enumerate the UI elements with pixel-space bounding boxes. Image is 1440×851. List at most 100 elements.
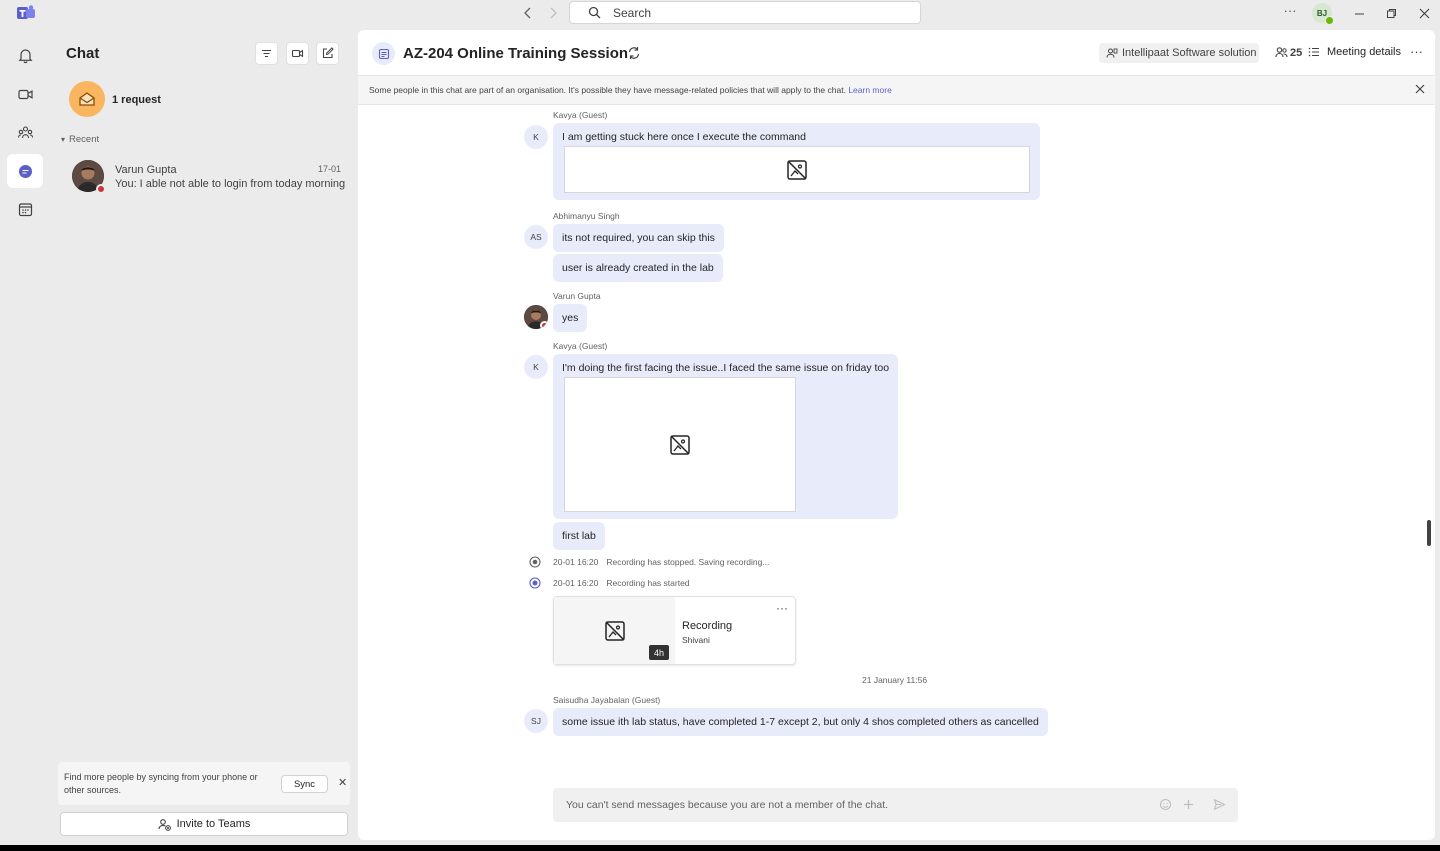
message-text: user is already created in the lab (562, 262, 714, 274)
avatar[interactable]: SJ (524, 709, 548, 733)
calendar-icon (18, 202, 32, 216)
rail-communities[interactable] (7, 115, 43, 149)
sync-button[interactable]: Sync (281, 775, 328, 793)
learn-more-link[interactable]: Learn more (848, 85, 891, 95)
recording-more-button[interactable]: ··· (776, 601, 788, 615)
composer-disabled-text: You can't send messages because you are … (566, 799, 889, 811)
plus-icon (1184, 800, 1193, 809)
avatar[interactable]: AS (524, 225, 548, 249)
recent-label: Recent (69, 134, 100, 145)
message-bubble[interactable]: some issue ith lab status, have complete… (553, 708, 1048, 736)
message-sender: Kavya (Guest) (553, 110, 608, 120)
close-icon[interactable]: ✕ (338, 776, 347, 789)
people-icon (1275, 47, 1288, 58)
message-sender: Varun Gupta (553, 291, 601, 301)
message-bubble[interactable]: yes (553, 304, 588, 332)
person-add-icon (158, 818, 171, 831)
conversation-title: AZ-204 Online Training Session (403, 45, 629, 62)
organization-pill[interactable]: Intellipaat Software solution (1099, 43, 1259, 63)
message-composer: You can't send messages because you are … (553, 788, 1238, 822)
minimize-button[interactable] (1348, 3, 1370, 23)
filter-button[interactable] (255, 42, 278, 65)
meet-now-button[interactable] (286, 42, 309, 65)
caret-down-icon: ▾ (61, 135, 66, 144)
chat-item-preview: You: I able not able to login from today… (115, 178, 346, 190)
message-request-label[interactable]: 1 request (112, 94, 161, 106)
rail-calendar[interactable] (7, 192, 43, 226)
event-time: 20-01 16:20 (553, 557, 599, 567)
meeting-details-label: Meeting details (1327, 46, 1401, 58)
scrollbar-thumb[interactable] (1427, 520, 1431, 546)
message-text: yes (562, 312, 579, 324)
avatar[interactable]: K (524, 125, 548, 149)
meeting-chat-icon (372, 42, 395, 65)
presence-available-icon (1325, 16, 1334, 25)
message-sender: Kavya (Guest) (553, 341, 608, 351)
chat-item-time: 17-01 (317, 164, 341, 174)
image-attachment[interactable] (564, 377, 796, 512)
message-bubble[interactable]: user is already created in the lab (553, 254, 723, 282)
participants-button[interactable]: 25 (1275, 46, 1302, 59)
avatar[interactable] (524, 305, 548, 329)
record-stop-icon (529, 556, 541, 568)
event-time: 20-01 16:20 (553, 578, 599, 588)
search-box[interactable] (569, 1, 921, 24)
invite-to-teams-button[interactable]: Invite to Teams (60, 812, 348, 836)
rail-meet[interactable] (7, 77, 43, 111)
avatar[interactable]: K (524, 355, 548, 379)
broken-image-icon (670, 434, 690, 455)
message-bubble[interactable]: its not required, you can skip this (553, 224, 724, 252)
send-icon (1213, 798, 1226, 811)
chat-bubble-icon (18, 164, 32, 178)
recent-section-header[interactable]: ▾ Recent (61, 134, 99, 145)
message-text: first lab (562, 530, 596, 542)
sync-text: Find more people by syncing from your ph… (64, 772, 258, 795)
chat-panel-title: Chat (66, 45, 100, 62)
recording-card[interactable]: 4h Recording Shivani ··· (553, 596, 796, 665)
broken-image-icon (787, 159, 807, 180)
people-org-icon (1106, 48, 1118, 58)
filter-icon (262, 49, 271, 58)
rail-chat[interactable] (7, 154, 43, 188)
recording-stopped-event: 20-01 16:20 Recording has stopped. Savin… (529, 556, 769, 568)
user-avatar[interactable]: BJ (1312, 3, 1334, 25)
close-window-button[interactable] (1413, 3, 1435, 23)
conversation-header: AZ-204 Online Training Session Intellipa… (358, 30, 1435, 76)
restore-button[interactable] (1380, 3, 1402, 23)
video-camera-icon (17, 89, 33, 99)
banner-text: Some people in this chat are part of an … (369, 85, 892, 95)
sync-contacts-card: Find more people by syncing from your ph… (58, 762, 350, 805)
event-text: Recording has stopped. Saving recording.… (606, 557, 770, 567)
back-arrow-icon[interactable] (518, 4, 538, 22)
more-options-button[interactable]: ··· (1410, 44, 1423, 59)
broken-image-icon (604, 620, 625, 641)
message-sender: Abhimanyu Singh (553, 211, 620, 221)
settings-more-button[interactable]: ··· (1280, 4, 1300, 22)
message-text: some issue ith lab status, have complete… (562, 716, 1039, 728)
envelope-open-icon (79, 92, 95, 106)
close-icon[interactable] (1414, 83, 1426, 95)
recurring-meeting-icon (628, 47, 640, 59)
forward-arrow-icon[interactable] (543, 4, 563, 22)
message-request-avatar[interactable] (69, 81, 105, 117)
participant-count: 25 (1290, 46, 1303, 59)
chat-list-item[interactable]: Varun Gupta 17-01 You: I able not able t… (62, 154, 353, 198)
video-camera-icon (291, 49, 304, 58)
message-sender: Saisudha Jayabalan (Guest) (553, 695, 661, 705)
rail-activity[interactable] (7, 38, 43, 72)
date-divider: 21 January 11:56 (862, 675, 928, 685)
bell-icon (17, 48, 33, 63)
meeting-details-button[interactable]: Meeting details (1308, 46, 1401, 58)
organization-name: Intellipaat Software solution (1122, 47, 1257, 59)
app-rail (0, 28, 52, 841)
new-chat-button[interactable] (316, 42, 339, 65)
message-bubble[interactable]: first lab (553, 522, 605, 550)
event-text: Recording has started (606, 578, 690, 588)
policy-banner: Some people in this chat are part of an … (358, 76, 1435, 105)
image-attachment[interactable] (564, 146, 1030, 193)
people-community-icon (17, 125, 33, 138)
search-input[interactable] (613, 5, 893, 20)
teams-logo-icon (17, 5, 35, 21)
presence-busy-icon (96, 184, 106, 194)
conversation-pane: AZ-204 Online Training Session Intellipa… (358, 30, 1435, 840)
